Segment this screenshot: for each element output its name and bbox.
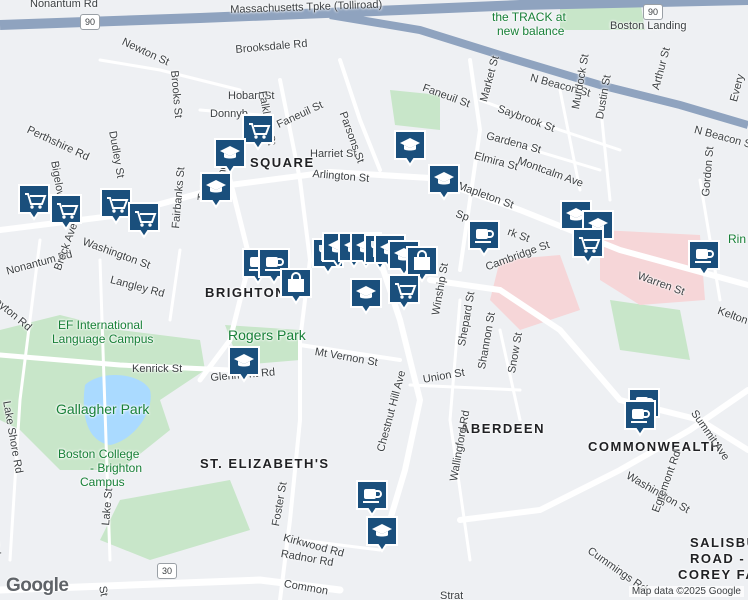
map-pin-graduation[interactable]	[392, 128, 428, 168]
map-pin-cup[interactable]	[622, 398, 658, 438]
map-pin-cup[interactable]	[686, 238, 722, 278]
coffee-cup-icon	[624, 400, 656, 437]
route-90-shield: 90	[643, 4, 663, 20]
route-30-shield: 30	[157, 563, 177, 579]
graduation-cap-icon	[428, 164, 460, 201]
map-label-aberdeen: ABERDEEN	[460, 421, 545, 436]
graduation-cap-icon	[200, 172, 232, 209]
map-pin-cup[interactable]	[466, 218, 502, 258]
map-pin-graduation[interactable]	[348, 276, 384, 316]
map-canvas[interactable]: Nonantum Rd Massachusetts Tpke (Tolliroad…	[0, 0, 748, 600]
map-pin-cart[interactable]	[48, 192, 84, 232]
map-label-kenrick-st: Kenrick St	[132, 363, 183, 375]
map-pin-cart[interactable]	[570, 226, 606, 266]
coffee-cup-icon	[688, 240, 720, 277]
map-label-square: SQUARE	[250, 155, 315, 170]
map-label-bc-campus2: - Brighton	[90, 461, 143, 475]
graduation-cap-icon	[228, 346, 260, 383]
map-attribution[interactable]: Map data ©2025 Google	[628, 586, 744, 597]
shopping-cart-icon	[572, 228, 604, 265]
map-label-track: the TRACK at	[492, 10, 566, 24]
google-logo: Google	[6, 575, 69, 596]
graduation-cap-icon	[394, 130, 426, 167]
map-label-salisbury1: SALISBU	[690, 535, 748, 550]
map-label-ef-campus: EF International	[58, 318, 143, 332]
map-pin-cup[interactable]	[354, 478, 390, 518]
map-label-rogers-park: Rogers Park	[228, 327, 306, 343]
map-pin-graduation[interactable]	[364, 514, 400, 554]
map-label-salisbury2: ROAD -	[690, 551, 746, 566]
map-pin-bag[interactable]	[278, 266, 314, 306]
graduation-cap-icon	[350, 278, 382, 315]
map-label-gallagher-park: Gallagher Park	[56, 401, 150, 417]
graduation-cap-icon	[366, 516, 398, 553]
shopping-cart-icon	[128, 202, 160, 239]
map-label-nonantum-rd-top: Nonantum Rd	[30, 0, 98, 10]
map-label-salisbury3: COREY FA	[678, 567, 748, 582]
shopping-cart-icon	[50, 194, 82, 231]
map-label-ef-campus2: Language Campus	[52, 332, 154, 346]
route-90-shield: 90	[80, 14, 100, 30]
shopping-cart-icon	[18, 184, 50, 221]
map-label-brighton: BRIGHTON	[205, 285, 287, 300]
coffee-cup-icon	[356, 480, 388, 517]
map-pin-graduation[interactable]	[226, 344, 262, 384]
shopping-cart-icon	[388, 274, 420, 311]
map-label-boston-landing: Boston Landing	[610, 20, 687, 32]
map-label-st-elizabeths: ST. ELIZABETH'S	[200, 456, 330, 471]
map-pin-cart[interactable]	[126, 200, 162, 240]
map-pin-cart[interactable]	[386, 272, 422, 312]
map-label-st-rd: St	[96, 585, 110, 598]
map-label-bottom-road: Strat	[440, 590, 464, 600]
map-label-track2: new balance	[497, 24, 565, 38]
map-pin-cart[interactable]	[16, 182, 52, 222]
shopping-bag-icon	[280, 268, 312, 305]
map-label-commonwealth: COMMONWEALTH	[588, 439, 722, 454]
map-pin-graduation[interactable]	[198, 170, 234, 210]
map-label-rink: Rin	[728, 232, 747, 246]
map-pin-graduation[interactable]	[426, 162, 462, 202]
coffee-cup-icon	[468, 220, 500, 257]
map-label-bc-campus: Boston College	[58, 447, 140, 461]
